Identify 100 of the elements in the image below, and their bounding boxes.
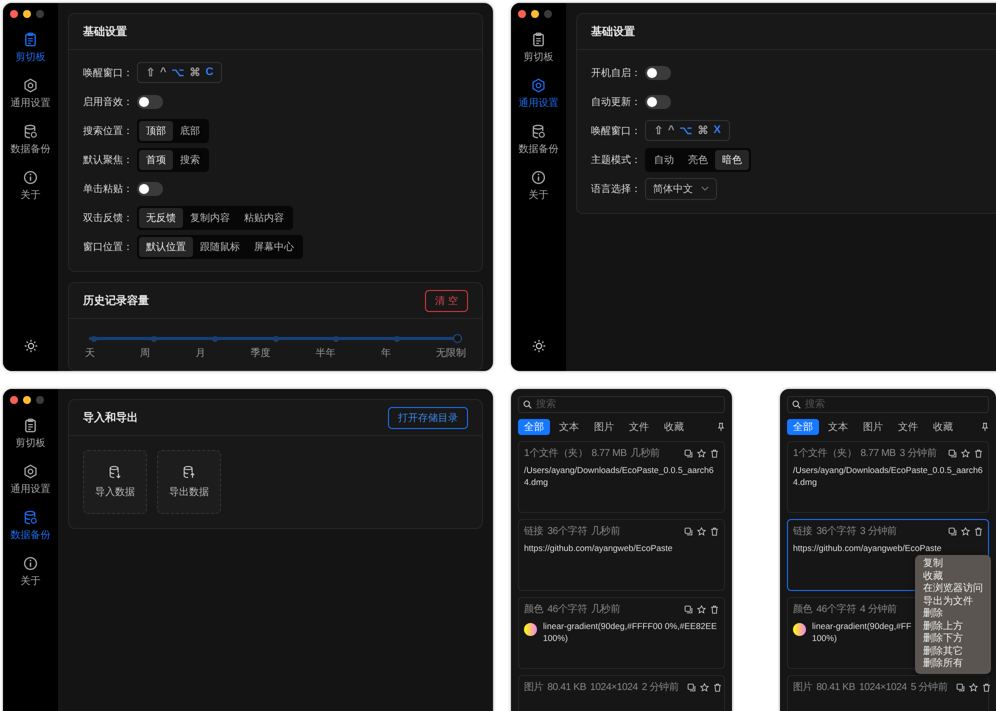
close-window-button[interactable]: [10, 396, 18, 404]
trash-icon[interactable]: [710, 604, 719, 614]
export-tile[interactable]: 导出数据: [157, 450, 221, 514]
segment-option[interactable]: 搜索: [173, 150, 207, 170]
range-slider[interactable]: [89, 334, 462, 343]
clipboard-item-card[interactable]: 1个文件（夹） 8.77 MB 3 分钟前 /Users/ayang/Downloads/EcoPaste_0.0.5_aarch64.dmg: [787, 441, 989, 513]
trash-icon[interactable]: [710, 448, 719, 458]
copy-icon[interactable]: [684, 604, 693, 614]
segment-option[interactable]: 屏幕中心: [247, 236, 301, 256]
sidebar-item[interactable]: 数据备份: [10, 124, 50, 156]
minimize-window-button[interactable]: [23, 396, 31, 404]
sidebar-item[interactable]: 关于: [20, 170, 40, 202]
language-dropdown[interactable]: 简体中文: [645, 178, 717, 200]
pin-icon[interactable]: [717, 422, 725, 432]
sun-icon[interactable]: [24, 339, 38, 353]
menu-item[interactable]: 删除下方: [923, 633, 983, 646]
filter-tab[interactable]: 文本: [553, 419, 585, 435]
star-icon[interactable]: [961, 448, 970, 458]
slider-tick-label: 年: [380, 347, 391, 360]
menu-item[interactable]: 导出为文件: [923, 596, 983, 608]
copy-icon[interactable]: [684, 526, 693, 536]
menu-item[interactable]: 复制: [923, 558, 983, 570]
open-folder-button[interactable]: 打开存储目录: [388, 406, 468, 428]
clipboard-item-card[interactable]: 颜色 46个字符 几秒前 linear-gradient(90deg,#FFFF00 0%,#EE82EE 100%): [518, 597, 725, 669]
filter-tab[interactable]: 文件: [623, 419, 655, 435]
menu-item[interactable]: 删除: [923, 608, 983, 620]
close-window-button[interactable]: [10, 10, 18, 18]
import-tile[interactable]: 导入数据: [83, 450, 147, 514]
toggle-switch[interactable]: [137, 182, 163, 196]
filter-tab[interactable]: 文本: [822, 419, 854, 435]
star-icon[interactable]: [697, 448, 706, 458]
shortcut-field[interactable]: ⇧ ^ ⌥ ⌘ C: [137, 62, 222, 83]
star-icon[interactable]: [697, 526, 706, 536]
search-field[interactable]: 搜索: [787, 396, 989, 413]
sidebar-item[interactable]: 剪切板: [524, 32, 554, 64]
menu-item[interactable]: 删除所有: [923, 658, 983, 670]
minimize-window-button[interactable]: [531, 10, 539, 18]
segment-option[interactable]: 粘贴内容: [237, 208, 291, 228]
sidebar-item[interactable]: 通用设置: [518, 78, 558, 110]
search-icon: [523, 400, 532, 409]
menu-item[interactable]: 删除上方: [923, 620, 983, 633]
segment-option[interactable]: 底部: [173, 120, 207, 140]
sidebar-item[interactable]: 通用设置: [10, 78, 50, 110]
minimize-window-button[interactable]: [23, 10, 31, 18]
menu-item[interactable]: 收藏: [923, 570, 983, 583]
sidebar-item[interactable]: 剪切板: [16, 418, 46, 450]
toggle-switch[interactable]: [645, 66, 671, 80]
pin-icon[interactable]: [981, 422, 989, 432]
menu-item[interactable]: 删除其它: [923, 646, 983, 658]
segment-option[interactable]: 无反馈: [139, 208, 183, 228]
segment-option[interactable]: 顶部: [139, 120, 173, 140]
sun-icon[interactable]: [532, 339, 546, 353]
toggle-switch[interactable]: [137, 94, 163, 108]
clipboard-item-card[interactable]: 1个文件（夹） 8.77 MB 几秒前 /Users/ayang/Downloads/EcoPaste_0.0.5_aarch64.dmg: [518, 441, 725, 513]
info-icon: [23, 556, 38, 571]
trash-icon[interactable]: [982, 682, 991, 692]
segment-option[interactable]: 复制内容: [183, 208, 237, 228]
search-field[interactable]: 搜索: [518, 396, 725, 413]
sidebar-item[interactable]: 关于: [20, 556, 40, 588]
trash-icon[interactable]: [710, 526, 719, 536]
sidebar-item[interactable]: 数据备份: [518, 124, 558, 156]
star-icon[interactable]: [697, 604, 706, 614]
segment-option[interactable]: 首项: [139, 150, 173, 170]
toggle-switch[interactable]: [645, 94, 671, 108]
filter-tab[interactable]: 收藏: [927, 419, 959, 435]
chevron-down-icon: [701, 186, 709, 191]
trash-icon[interactable]: [974, 448, 983, 458]
filter-tab[interactable]: 收藏: [658, 419, 690, 435]
clipboard-item-card[interactable]: 链接 36个字符 几秒前 https://github.com/ayangweb/EcoPaste: [518, 519, 725, 591]
sidebar-item[interactable]: 数据备份: [10, 510, 50, 542]
filter-tab[interactable]: 图片: [588, 419, 620, 435]
sidebar-item[interactable]: 通用设置: [10, 464, 50, 496]
trash-icon[interactable]: [712, 682, 722, 692]
filter-tab[interactable]: 图片: [857, 419, 889, 435]
filter-tab[interactable]: 全部: [787, 419, 819, 435]
star-icon[interactable]: [968, 682, 978, 692]
copy-icon[interactable]: [948, 526, 957, 536]
segment-option[interactable]: 跟随鼠标: [193, 236, 247, 256]
trash-icon[interactable]: [974, 526, 983, 536]
close-window-button[interactable]: [518, 10, 526, 18]
clear-button[interactable]: 清 空: [425, 290, 468, 312]
star-icon[interactable]: [961, 526, 970, 536]
sidebar-item[interactable]: 剪切板: [16, 32, 46, 64]
clipboard-item-card[interactable]: 图片 80.41 KB 1024×1024 2 分钟前: [518, 675, 725, 711]
database-down-arrow-icon: [108, 465, 122, 479]
copy-icon[interactable]: [956, 682, 965, 692]
star-icon[interactable]: [700, 682, 709, 692]
copy-icon[interactable]: [948, 448, 957, 458]
segment-option[interactable]: 亮色: [681, 150, 715, 170]
segment-option[interactable]: 暗色: [715, 150, 749, 170]
clipboard-item-card[interactable]: 图片 80.41 KB 1024×1024 5 分钟前: [787, 675, 989, 711]
sidebar-item[interactable]: 关于: [528, 170, 548, 202]
clipboard-icon: [23, 418, 38, 433]
segment-option[interactable]: 默认位置: [139, 236, 193, 256]
copy-icon[interactable]: [684, 448, 693, 458]
segment-option[interactable]: 自动: [647, 150, 681, 170]
filter-tab[interactable]: 文件: [892, 419, 924, 435]
filter-tab[interactable]: 全部: [518, 419, 550, 435]
copy-icon[interactable]: [686, 682, 696, 692]
shortcut-field[interactable]: ⇧ ^ ⌥ ⌘ X: [645, 120, 730, 141]
